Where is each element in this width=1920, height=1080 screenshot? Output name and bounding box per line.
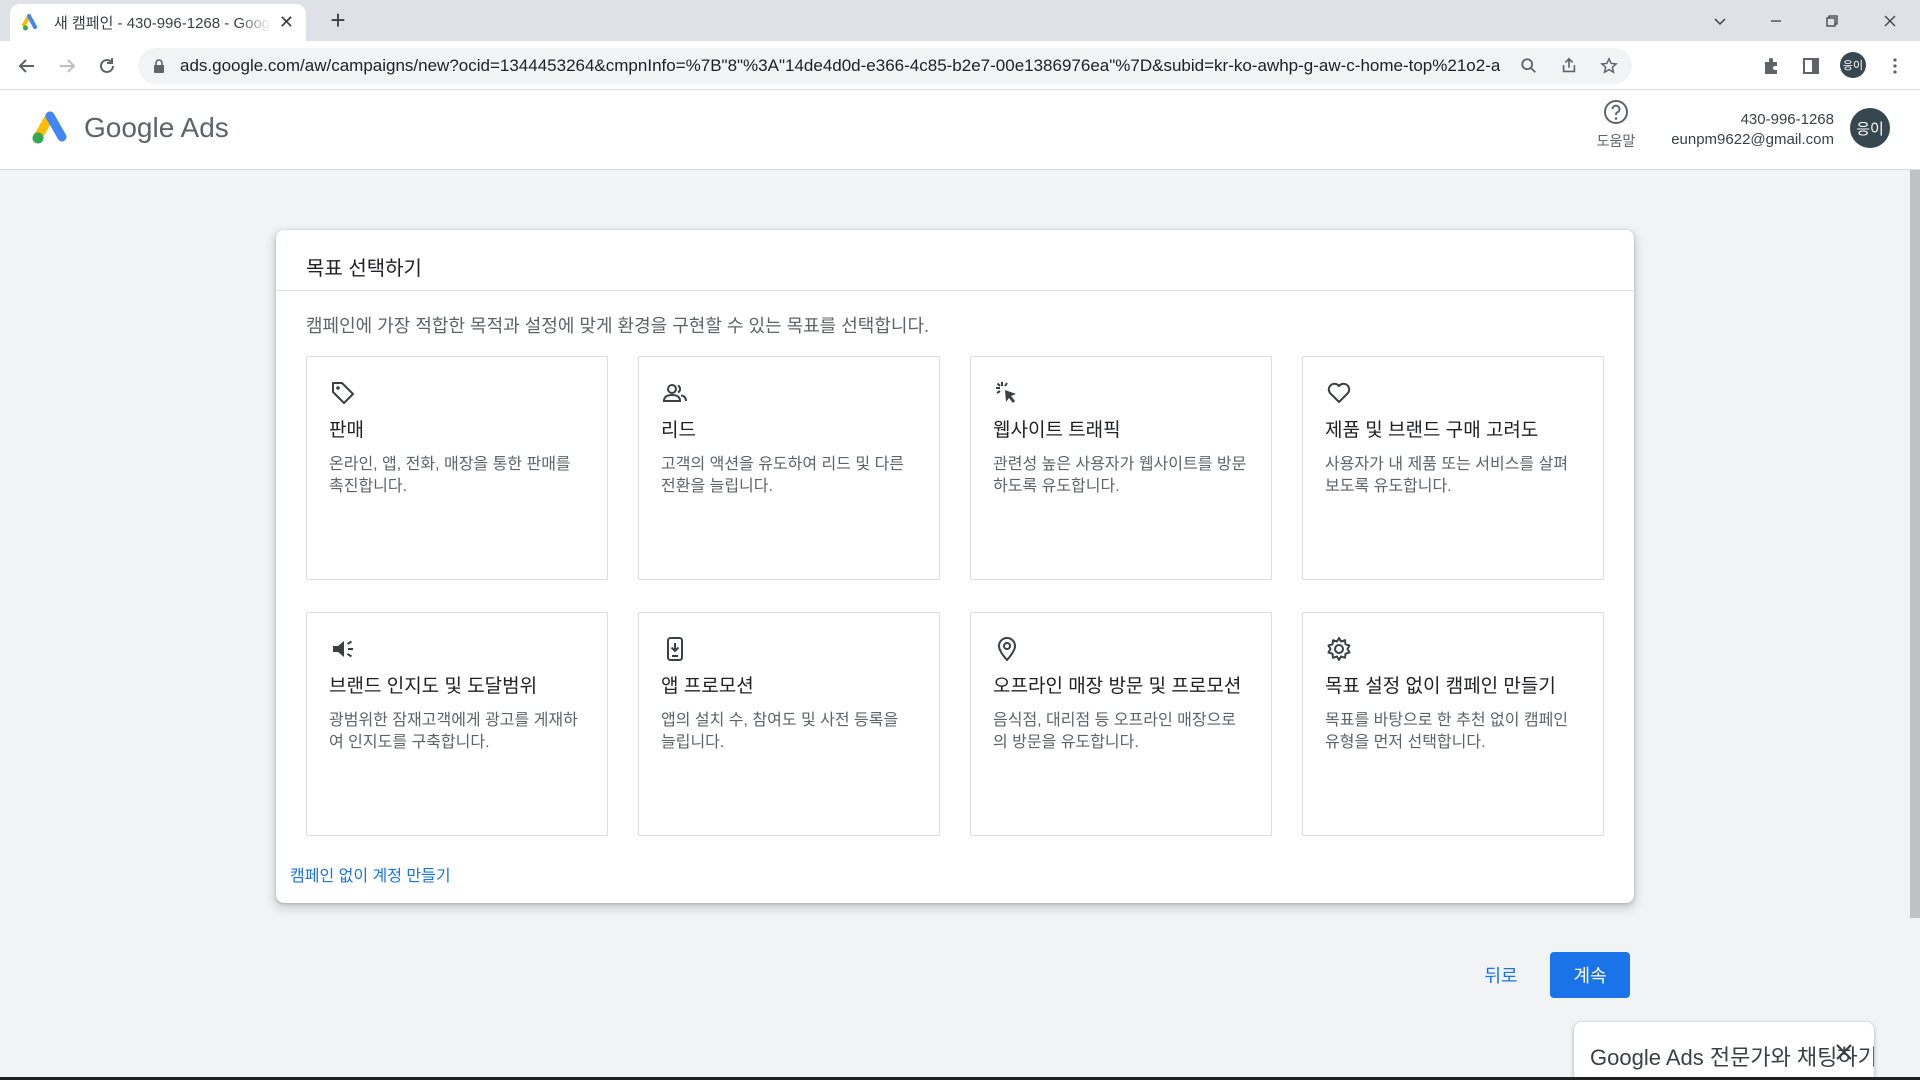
back-button[interactable]: 뒤로 (1466, 952, 1536, 998)
restore-icon[interactable] (1804, 0, 1860, 41)
close-window-icon[interactable] (1862, 0, 1918, 41)
lock-icon (154, 59, 164, 73)
goal-card-consideration[interactable]: 제품 및 브랜드 구매 고려도 사용자가 내 제품 또는 서비스를 살펴보도록 … (1302, 356, 1604, 580)
gear-icon (1325, 635, 1353, 663)
goal-card-local-store[interactable]: 오프라인 매장 방문 및 프로모션 음식점, 대리점 등 오프라인 매장으로의 … (970, 612, 1272, 836)
card-divider (276, 290, 1634, 291)
goal-title: 제품 및 브랜드 구매 고려도 (1325, 420, 1539, 441)
goal-description: 온라인, 앱, 전화, 매장을 통한 판매를 촉진합니다. (329, 456, 571, 495)
google-ads-favicon-icon (22, 13, 37, 30)
goal-description: 앱의 설치 수, 참여도 및 사전 등록을 늘립니다. (661, 712, 899, 751)
zoom-search-icon[interactable] (1518, 55, 1540, 77)
browser-toolbar: ads.google.com/aw/campaigns/new?ocid=134… (0, 41, 1920, 90)
goal-description: 광범위한 잠재고객에게 광고를 게재하여 인지도를 구축합니다. (329, 712, 578, 751)
goal-title: 브랜드 인지도 및 도달범위 (329, 676, 538, 697)
tab-close-icon[interactable]: ✕ (279, 12, 294, 33)
minimize-icon[interactable] (1748, 0, 1804, 41)
goal-card-leads[interactable]: 리드 고객의 액션을 유도하여 리드 및 다른 전환을 늘립니다. (638, 356, 940, 580)
page-scrollbar[interactable] (1910, 170, 1920, 918)
goal-description: 관련성 높은 사용자가 웹사이트를 방문하도록 유도합니다. (993, 456, 1247, 495)
goal-description: 고객의 액션을 유도하여 리드 및 다른 전환을 늘립니다. (661, 456, 905, 495)
people-icon (661, 379, 689, 407)
tab-title: 새 캠페인 - 430-996-1268 - Google Ads (54, 15, 271, 32)
browser-menu-icon[interactable] (1882, 53, 1908, 79)
goal-title: 웹사이트 트래픽 (993, 420, 1121, 441)
brand-name: Google Ads (84, 112, 229, 143)
create-account-without-campaign-link[interactable]: 캠페인 없이 계정 만들기 (290, 862, 451, 886)
help-icon (1604, 100, 1628, 124)
goal-description: 목표를 바탕으로 한 추천 없이 캠페인 유형을 먼저 선택합니다. (1325, 712, 1569, 751)
account-email: eunpm9622@gmail.com (1671, 131, 1834, 148)
speaker-icon (329, 635, 357, 663)
goal-description: 음식점, 대리점 등 오프라인 매장으로의 방문을 유도합니다. (993, 712, 1237, 751)
account-info[interactable]: 430-996-1268 eunpm9622@gmail.com (1671, 110, 1834, 150)
card-description: 캠페인에 가장 적합한 목적과 설정에 맞게 환경을 구현할 수 있는 목표를 … (306, 316, 930, 336)
goal-card-no-goal[interactable]: 목표 설정 없이 캠페인 만들기 목표를 바탕으로 한 추천 없이 캠페인 유형… (1302, 612, 1604, 836)
goal-title: 판매 (329, 420, 364, 441)
goal-title: 앱 프로모션 (661, 676, 754, 697)
browser-tab-bar: 새 캠페인 - 430-996-1268 - Google Ads ✕ + (0, 0, 1920, 41)
chat-close-icon[interactable] (1832, 1040, 1856, 1064)
goal-card-sales[interactable]: 판매 온라인, 앱, 전화, 매장을 통한 판매를 촉진합니다. (306, 356, 608, 580)
account-avatar[interactable]: 응이 (1850, 108, 1890, 148)
browser-profile-avatar[interactable]: 응이 (1840, 52, 1866, 78)
extensions-puzzle-icon[interactable] (1758, 53, 1784, 79)
address-bar[interactable]: ads.google.com/aw/campaigns/new?ocid=134… (138, 48, 1632, 84)
back-arrow-icon[interactable] (12, 51, 42, 81)
chat-text: Google Ads 전문가와 채팅하기 (1590, 1045, 1874, 1070)
goal-title: 오프라인 매장 방문 및 프로모션 (993, 676, 1242, 697)
heart-icon (1325, 379, 1353, 407)
goal-description: 사용자가 내 제품 또는 서비스를 살펴보도록 유도합니다. (1325, 456, 1569, 495)
card-title: 목표 선택하기 (306, 258, 422, 280)
goal-title: 리드 (661, 420, 696, 441)
goal-selection-card: 목표 선택하기 캠페인에 가장 적합한 목적과 설정에 맞게 환경을 구현할 수… (276, 230, 1634, 903)
goal-card-brand-awareness[interactable]: 브랜드 인지도 및 도달범위 광범위한 잠재고객에게 광고를 게재하여 인지도를… (306, 612, 608, 836)
forward-arrow-icon[interactable] (52, 51, 82, 81)
reload-icon[interactable] (92, 51, 122, 81)
goal-grid: 판매 온라인, 앱, 전화, 매장을 통한 판매를 촉진합니다. 리드 고객의 … (306, 356, 1604, 836)
share-icon[interactable] (1558, 55, 1580, 77)
goal-card-website-traffic[interactable]: 웹사이트 트래픽 관련성 높은 사용자가 웹사이트를 방문하도록 유도합니다. (970, 356, 1272, 580)
account-id: 430-996-1268 (1740, 111, 1834, 128)
google-ads-logo-icon (32, 111, 67, 144)
browser-tab[interactable]: 새 캠페인 - 430-996-1268 - Google Ads ✕ (10, 4, 306, 41)
goal-card-app-promotion[interactable]: 앱 프로모션 앱의 설치 수, 참여도 및 사전 등록을 늘립니다. (638, 612, 940, 836)
expert-chat-widget[interactable]: Google Ads 전문가와 채팅하기 (1574, 1022, 1874, 1080)
phone-download-icon (661, 635, 689, 663)
continue-button[interactable]: 계속 (1550, 952, 1630, 998)
side-panel-icon[interactable] (1798, 53, 1824, 79)
goal-title: 목표 설정 없이 캠페인 만들기 (1325, 676, 1556, 697)
tab-search-icon[interactable] (1692, 0, 1748, 41)
help-button[interactable]: 도움말 (1586, 98, 1646, 151)
location-pin-icon (993, 635, 1021, 663)
help-label: 도움말 (1596, 133, 1636, 149)
ads-header: Google Ads 도움말 430-996-1268 eunpm9622@gm… (0, 90, 1920, 170)
cursor-click-icon (993, 379, 1021, 407)
new-tab-icon[interactable]: + (322, 6, 354, 36)
bookmark-star-icon[interactable] (1598, 55, 1620, 77)
url-text: ads.google.com/aw/campaigns/new?ocid=134… (180, 56, 1500, 75)
tag-icon (329, 379, 357, 407)
